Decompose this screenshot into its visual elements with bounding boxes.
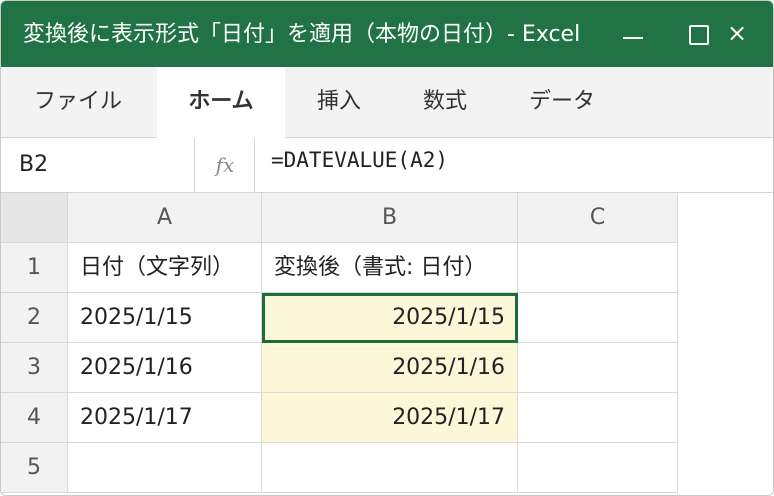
- row-header-1[interactable]: 1: [1, 243, 68, 293]
- window-title: 変換後に表示形式「日付」を適用（本物の日付）- Excel: [23, 22, 581, 47]
- cell-b5[interactable]: [262, 443, 518, 493]
- tab-file[interactable]: ファイル: [11, 67, 145, 137]
- cell-b2[interactable]: 2025/1/15: [262, 293, 518, 343]
- cell-b1[interactable]: 変換後（書式: 日付）: [262, 243, 518, 293]
- tab-data[interactable]: データ: [509, 67, 615, 137]
- cell-a4[interactable]: 2025/1/17: [68, 393, 262, 443]
- cell-c3[interactable]: [518, 343, 678, 393]
- formula-input[interactable]: =DATEVALUE(A2): [271, 148, 448, 172]
- name-box[interactable]: B2: [1, 138, 195, 192]
- cell-a3[interactable]: 2025/1/16: [68, 343, 262, 393]
- row-header-4[interactable]: 4: [1, 393, 68, 443]
- column-header-b[interactable]: B: [262, 193, 518, 243]
- row-header-3[interactable]: 3: [1, 343, 68, 393]
- cell-c4[interactable]: [518, 393, 678, 443]
- row-header-5[interactable]: 5: [1, 443, 68, 493]
- excel-window: 変換後に表示形式「日付」を適用（本物の日付）- Excel × ファイル ホーム…: [0, 0, 774, 496]
- column-header-a[interactable]: A: [68, 193, 262, 243]
- formula-bar: B2 fx =DATEVALUE(A2): [1, 138, 773, 193]
- column-header-c[interactable]: C: [518, 193, 678, 243]
- cell-c2[interactable]: [518, 293, 678, 343]
- tab-formulas[interactable]: 数式: [401, 67, 489, 137]
- maximize-icon[interactable]: [689, 25, 709, 45]
- cell-a5[interactable]: [68, 443, 262, 493]
- minimize-icon[interactable]: [623, 37, 643, 39]
- fx-icon[interactable]: fx: [196, 138, 255, 192]
- select-all-corner[interactable]: [1, 193, 68, 243]
- title-bar: 変換後に表示形式「日付」を適用（本物の日付）- Excel ×: [1, 1, 773, 67]
- cell-a1[interactable]: 日付（文字列）: [68, 243, 262, 293]
- ribbon-tabs: ファイル ホーム 挿入 数式 データ: [1, 67, 773, 138]
- row-header-2[interactable]: 2: [1, 293, 68, 343]
- cell-a2[interactable]: 2025/1/15: [68, 293, 262, 343]
- cell-c1[interactable]: [518, 243, 678, 293]
- worksheet-grid: A B C 1 日付（文字列） 変換後（書式: 日付） 2 2025/1/15 …: [1, 193, 773, 495]
- close-icon[interactable]: ×: [727, 19, 747, 47]
- tab-insert[interactable]: 挿入: [297, 67, 381, 137]
- cell-b3[interactable]: 2025/1/16: [262, 343, 518, 393]
- cell-b4[interactable]: 2025/1/17: [262, 393, 518, 443]
- cell-c5[interactable]: [518, 443, 678, 493]
- tab-home[interactable]: ホーム: [157, 67, 285, 138]
